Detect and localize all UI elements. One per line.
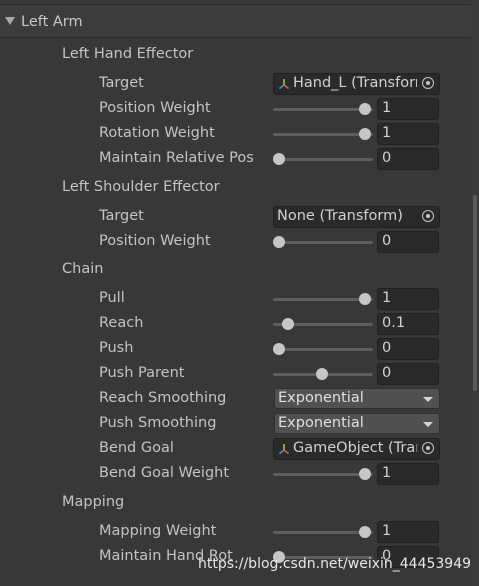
slider-track xyxy=(273,298,373,301)
transform-icon xyxy=(279,79,289,90)
slider-thumb[interactable] xyxy=(359,128,371,140)
hand-effector-header: Left Hand Effector xyxy=(62,46,194,62)
hand-rotation-weight-row: Rotation Weight 1 xyxy=(0,122,471,147)
slider-thumb[interactable] xyxy=(273,236,285,248)
mapping-weight-field[interactable]: 1 xyxy=(377,521,439,543)
object-picker-button[interactable] xyxy=(417,207,439,227)
vertical-scrollbar[interactable] xyxy=(471,0,479,586)
object-picker-dot xyxy=(425,213,430,218)
shoulder-position-weight-label: Position Weight xyxy=(99,233,211,249)
bend-goal-row: Bend Goal GameObject (Transform) xyxy=(0,437,471,462)
maintain-relative-pos-field[interactable]: 0 xyxy=(377,148,439,170)
hand-position-weight-label: Position Weight xyxy=(99,100,211,116)
slider-thumb[interactable] xyxy=(359,293,371,305)
section-title: Left Arm xyxy=(21,14,83,30)
chevron-down-icon xyxy=(423,422,433,427)
hand-position-weight-row: Position Weight 1 xyxy=(0,97,471,122)
slider-thumb[interactable] xyxy=(359,103,371,115)
scrollbar-thumb[interactable] xyxy=(473,195,477,391)
push-parent-row: Push Parent 0 xyxy=(0,362,471,387)
pull-field[interactable]: 1 xyxy=(377,288,439,310)
push-slider[interactable] xyxy=(273,337,373,362)
shoulder-target-field[interactable]: None (Transform) xyxy=(273,206,440,228)
reach-field[interactable]: 0.1 xyxy=(377,313,439,335)
shoulder-effector-header: Left Shoulder Effector xyxy=(62,179,220,195)
hand-target-value: Hand_L (Transform) xyxy=(293,75,435,91)
shoulder-position-weight-slider[interactable] xyxy=(273,230,373,255)
push-label: Push xyxy=(99,340,134,356)
chevron-down-icon xyxy=(423,397,433,402)
bend-goal-label: Bend Goal xyxy=(99,440,174,456)
push-parent-label: Push Parent xyxy=(99,365,185,381)
slider-track xyxy=(273,133,373,136)
pull-slider[interactable] xyxy=(273,287,373,312)
hand-rotation-weight-slider[interactable] xyxy=(273,122,373,147)
reach-smoothing-value: Exponential xyxy=(278,390,364,406)
slider-thumb[interactable] xyxy=(281,318,294,330)
shoulder-target-value: None (Transform) xyxy=(277,208,403,224)
maintain-relative-pos-row: Maintain Relative Pos 0 xyxy=(0,147,471,172)
mapping-weight-slider[interactable] xyxy=(273,520,373,545)
reach-smoothing-label: Reach Smoothing xyxy=(99,390,227,406)
watermark: https://blog.csdn.net/weixin_44453949 xyxy=(198,556,472,572)
push-parent-field[interactable]: 0 xyxy=(377,363,439,385)
slider-thumb[interactable] xyxy=(359,526,371,538)
mapping-weight-label: Mapping Weight xyxy=(99,523,217,539)
slider-track xyxy=(273,108,373,111)
reach-smoothing-dropdown[interactable]: Exponential xyxy=(274,388,440,409)
chain-header: Chain xyxy=(62,261,104,277)
foldout-arrow-icon[interactable] xyxy=(5,17,15,25)
hand-rotation-weight-label: Rotation Weight xyxy=(99,125,215,141)
push-smoothing-label: Push Smoothing xyxy=(99,415,217,431)
mapping-header: Mapping xyxy=(62,494,125,510)
reach-smoothing-row: Reach Smoothing Exponential xyxy=(0,387,471,412)
left-arm-foldout[interactable]: Left Arm xyxy=(0,4,471,38)
transform-icon xyxy=(279,444,289,455)
maintain-relative-pos-label: Maintain Relative Pos xyxy=(99,150,254,166)
inspector-panel: Left Arm Left Hand Effector Target Hand_… xyxy=(0,0,471,586)
reach-slider[interactable] xyxy=(273,312,373,337)
hand-rotation-weight-field[interactable]: 1 xyxy=(377,123,439,145)
slider-thumb[interactable] xyxy=(316,368,328,380)
bend-goal-weight-field[interactable]: 1 xyxy=(377,463,439,485)
reach-row: Reach 0.1 xyxy=(0,312,471,337)
push-smoothing-dropdown[interactable]: Exponential xyxy=(274,413,440,434)
shoulder-target-row: Target None (Transform) xyxy=(0,205,471,230)
object-picker-button[interactable] xyxy=(417,74,439,94)
object-picker-dot xyxy=(425,80,430,85)
bend-goal-weight-row: Bend Goal Weight 1 xyxy=(0,462,471,487)
push-smoothing-value: Exponential xyxy=(278,415,364,431)
object-picker-dot xyxy=(425,445,430,450)
slider-track xyxy=(273,473,373,476)
hand-target-field[interactable]: Hand_L (Transform) xyxy=(273,73,440,95)
maintain-relative-pos-slider[interactable] xyxy=(273,147,373,172)
hand-target-row: Target Hand_L (Transform) xyxy=(0,72,471,97)
push-row: Push 0 xyxy=(0,337,471,362)
object-picker-button[interactable] xyxy=(417,439,439,459)
shoulder-target-label: Target xyxy=(99,208,144,224)
slider-thumb[interactable] xyxy=(273,343,285,355)
reach-label: Reach xyxy=(99,315,144,331)
shoulder-position-weight-field[interactable]: 0 xyxy=(377,231,439,253)
slider-thumb[interactable] xyxy=(359,468,371,480)
pull-row: Pull 1 xyxy=(0,287,471,312)
mapping-weight-row: Mapping Weight 1 xyxy=(0,520,471,545)
push-field[interactable]: 0 xyxy=(377,338,439,360)
slider-thumb[interactable] xyxy=(273,153,285,165)
hand-position-weight-field[interactable]: 1 xyxy=(377,98,439,120)
bend-goal-field[interactable]: GameObject (Transform) xyxy=(273,438,440,460)
slider-track xyxy=(273,348,373,351)
push-parent-slider[interactable] xyxy=(273,362,373,387)
hand-position-weight-slider[interactable] xyxy=(273,97,373,122)
slider-track xyxy=(273,241,373,244)
pull-label: Pull xyxy=(99,290,125,306)
slider-track xyxy=(273,531,373,534)
push-smoothing-row: Push Smoothing Exponential xyxy=(0,412,471,437)
slider-track xyxy=(273,158,373,161)
bend-goal-weight-slider[interactable] xyxy=(273,462,373,487)
bend-goal-weight-label: Bend Goal Weight xyxy=(99,465,230,481)
hand-target-label: Target xyxy=(99,75,144,91)
shoulder-position-weight-row: Position Weight 0 xyxy=(0,230,471,255)
